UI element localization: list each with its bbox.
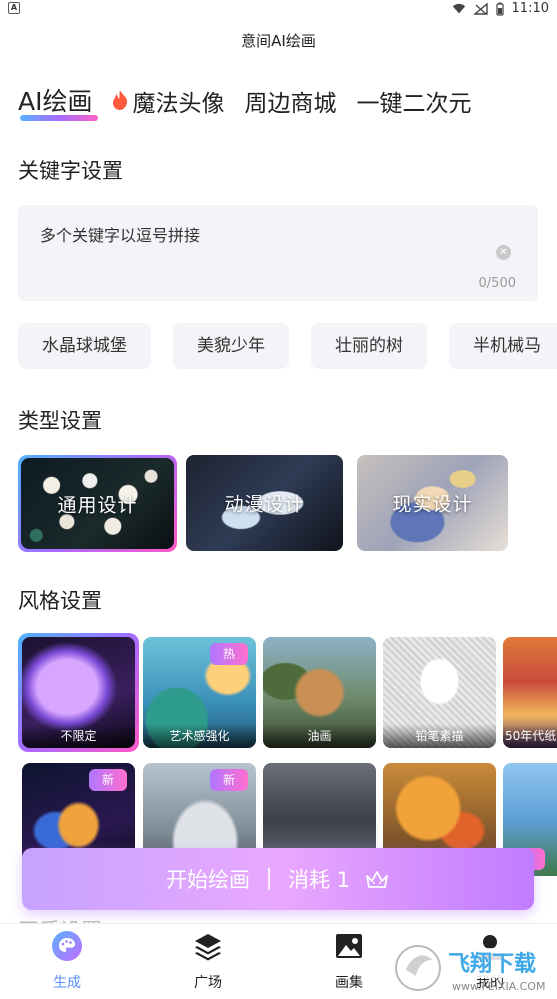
keyword-section-title: 关键字设置	[18, 159, 123, 183]
new-badge: 新	[89, 769, 127, 791]
keyword-char-count: 0/500	[478, 276, 516, 291]
tab-ai-painting[interactable]: AI绘画	[18, 82, 98, 121]
image-icon	[336, 934, 362, 958]
keyword-suggestions: 水晶球城堡 美貌少年 壮丽的树 半机械马	[18, 323, 557, 369]
style-card-1950s[interactable]: 50年代纸	[503, 637, 557, 748]
keyword-input[interactable]: 多个关键字以逗号拼接 0/500	[18, 205, 538, 301]
nav-gallery[interactable]: 画集	[309, 930, 389, 992]
start-label: 开始绘画	[165, 868, 250, 892]
keyword-chip[interactable]: 美貌少年	[173, 323, 289, 369]
wifi-icon	[452, 3, 465, 13]
svg-text:www.FEIXIA.COM: www.FEIXIA.COM	[452, 980, 545, 993]
signal-icon	[473, 2, 488, 15]
battery-icon	[495, 2, 504, 16]
start-painting-button[interactable]: 开始绘画 消耗 1	[22, 848, 534, 910]
type-section-title: 类型设置	[18, 409, 102, 433]
quality-section-title: 画质设置	[18, 915, 102, 923]
type-card-realistic[interactable]: 现实设计	[357, 455, 508, 551]
button-divider	[267, 868, 270, 890]
type-card-general[interactable]: 通用设计	[21, 458, 174, 549]
new-badge: 新	[210, 769, 248, 791]
notification-icon: A	[8, 2, 20, 14]
nav-generate[interactable]: 生成	[27, 930, 107, 992]
status-bar: A 11:10	[0, 0, 557, 20]
tab-merch-store[interactable]: 周边商城	[244, 84, 336, 118]
clear-icon[interactable]: ✕	[496, 245, 511, 260]
clock: 11:10	[511, 1, 549, 16]
crown-icon	[366, 871, 388, 888]
tab-magic-avatar[interactable]: 魔法头像	[110, 84, 224, 118]
active-tab-indicator	[20, 115, 98, 121]
nav-square[interactable]: 广场	[168, 930, 248, 992]
style-section-title: 风格设置	[18, 589, 102, 613]
keyword-chip[interactable]: 水晶球城堡	[18, 323, 151, 369]
top-tabs: AI绘画 魔法头像 周边商城 一键二次元	[18, 82, 491, 121]
palette-icon	[52, 931, 82, 961]
type-card-anime[interactable]: 动漫设计	[186, 455, 343, 551]
hot-badge: 热	[210, 643, 248, 665]
svg-text:飞翔下载: 飞翔下载	[448, 951, 536, 977]
cost-label: 消耗 1	[287, 868, 351, 892]
style-card-artistic[interactable]: 热 艺术感强化	[143, 637, 256, 748]
app-title: 意间AI绘画	[241, 32, 316, 50]
layers-icon	[195, 934, 221, 961]
keyword-chip[interactable]: 壮丽的树	[311, 323, 427, 369]
keyword-placeholder: 多个关键字以逗号拼接	[40, 226, 201, 245]
app-screen: A 11:10 意间AI绘画 AI绘画 魔法头像 周边商城 一键二次元 关键字设…	[0, 0, 557, 999]
watermark-logo: 飞翔下载 www.FEIXIA.COM	[395, 945, 548, 993]
keyword-chip[interactable]: 半机械马	[449, 323, 557, 369]
type-options: 通用设计 动漫设计 现实设计	[18, 455, 508, 551]
style-card-unlimited[interactable]: 不限定	[22, 637, 135, 748]
tab-anime-convert[interactable]: 一键二次元	[356, 84, 471, 118]
style-card-pencil-sketch[interactable]: 铅笔素描	[383, 637, 496, 748]
fire-icon	[110, 89, 130, 117]
style-card-oil-painting[interactable]: 油画	[263, 637, 376, 748]
